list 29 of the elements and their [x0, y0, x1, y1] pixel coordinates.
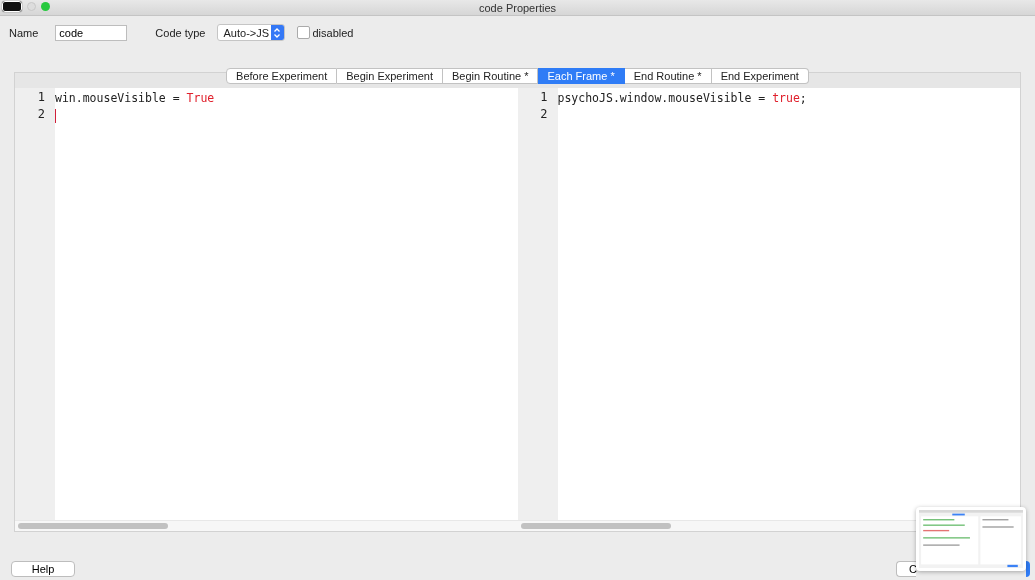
line-number: 2 [539, 107, 549, 123]
disabled-label: disabled [312, 26, 354, 39]
scrollbar-thumb[interactable] [520, 523, 671, 529]
zoom-icon[interactable] [41, 2, 50, 11]
ok-button[interactable] [1026, 561, 1030, 577]
code-editor[interactable]: 1 2 win.mouseVisible = True [15, 88, 518, 531]
tab[interactable]: End Routine * [624, 68, 712, 84]
code-line: psychoJS.window.mouseVisible = true; [557, 90, 807, 107]
window-thumbnail-icon[interactable] [2, 1, 22, 12]
code-type-dropdown[interactable]: Auto->JS [216, 24, 285, 41]
scrollbar-thumb[interactable] [18, 523, 168, 529]
code-editor[interactable]: 1 2 psychoJS.window.mouseVisible = true; [517, 88, 1020, 531]
line-number: 1 [539, 90, 549, 106]
minimize-icon[interactable] [27, 2, 36, 11]
code-type-label: Code type [155, 26, 206, 39]
name-field[interactable]: code [55, 24, 128, 41]
stepper-icon[interactable] [270, 25, 284, 40]
window-title: code Properties [478, 1, 556, 14]
tab[interactable]: Before Experiment [226, 68, 338, 84]
tab[interactable]: Each Frame * [538, 68, 625, 84]
help-button[interactable]: Help [11, 561, 75, 577]
line-number: 1 [36, 90, 46, 106]
name-label: Name [9, 26, 39, 39]
tab[interactable]: Begin Routine * [443, 68, 539, 84]
line-number: 2 [36, 107, 46, 123]
tab[interactable]: Begin Experiment [337, 68, 444, 84]
code-line: win.mouseVisible = True [55, 90, 215, 107]
cancel-button[interactable]: C [896, 561, 916, 577]
tab[interactable]: End Experiment [711, 68, 809, 84]
